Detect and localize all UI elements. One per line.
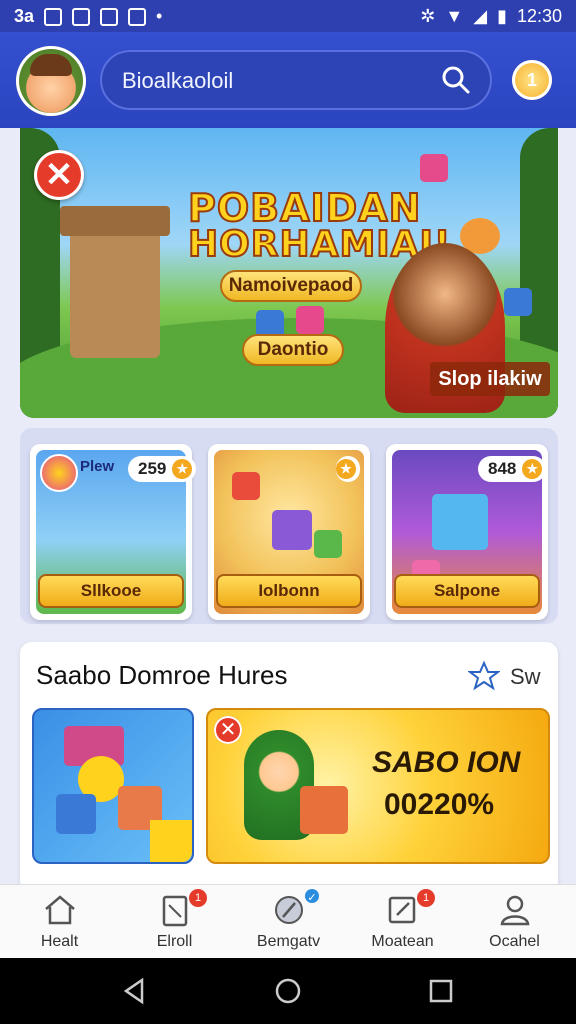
nav-label: Ocahel: [489, 933, 540, 950]
check-badge-icon: ✓: [305, 889, 319, 904]
message-icon: [100, 7, 119, 26]
banner-pill-2[interactable]: Daontio: [242, 334, 344, 366]
price-badge: 259 ★: [128, 456, 197, 482]
nav-item-tablet[interactable]: 1 Elroll: [117, 885, 232, 959]
status-carrier-text: 3a: [14, 6, 35, 26]
star-icon: ★: [522, 459, 543, 479]
close-icon[interactable]: ✕: [214, 716, 242, 744]
nav-label: Bemgatv: [256, 933, 321, 950]
cube-icon: [300, 786, 348, 834]
featured-section: Saabo Domroe Hures Sw ✕ SABO ION 00220%: [20, 642, 558, 892]
nav-item-compass[interactable]: ✓ Bemgatv: [231, 885, 346, 959]
cube-icon: [272, 510, 312, 550]
status-time: 12:30: [516, 6, 562, 26]
game-card-label[interactable]: Iolbonn: [216, 574, 362, 608]
price-badge-value: 259: [138, 459, 167, 478]
promo-title: SABO ION: [372, 746, 521, 779]
avatar[interactable]: [16, 46, 86, 116]
star-outline-icon: [468, 660, 500, 691]
balloon-icon: [40, 454, 78, 492]
nav-label: Elroll: [156, 933, 193, 950]
cube-icon: [432, 494, 488, 550]
signal-icon: ◢: [473, 6, 488, 26]
game-card-1[interactable]: Plew 259 ★ Sllkooe: [30, 444, 197, 620]
price-badge: 848 ★: [478, 456, 547, 482]
cube-icon: [56, 794, 96, 834]
coin-badge: ★: [336, 456, 360, 482]
app-header: Bioalkaoloil 1: [0, 32, 576, 128]
nav-item-edit[interactable]: 1 Moatean: [345, 885, 460, 959]
see-all-label: Sw: [510, 664, 541, 689]
recents-icon[interactable]: [426, 976, 456, 1006]
nav-item-profile[interactable]: Ocahel: [457, 885, 572, 959]
game-card-label[interactable]: Salpone: [394, 574, 540, 608]
wifi-icon: ▼: [445, 6, 464, 26]
tablet-icon: [162, 895, 188, 927]
home-circle-icon[interactable]: [273, 976, 303, 1006]
search-input[interactable]: Bioalkaoloil: [122, 68, 233, 94]
game-card-label-text: Iolbonn: [258, 581, 320, 600]
promo-value: 00220%: [384, 788, 495, 821]
cube-icon: [504, 288, 532, 316]
game-card-tag: Plew: [80, 458, 115, 475]
see-all-button[interactable]: Sw: [464, 656, 544, 696]
nav-item-home[interactable]: Healt: [2, 885, 117, 959]
game-card-label-text: Sllkooe: [80, 581, 142, 600]
notification-badge: 1: [417, 889, 435, 907]
cube-icon: [296, 306, 324, 334]
search-bar[interactable]: Bioalkaoloil: [100, 50, 492, 110]
notification-icon: [44, 7, 63, 26]
cube-icon: [314, 530, 342, 558]
dot-icon: •: [156, 6, 163, 26]
search-icon[interactable]: [440, 64, 472, 96]
compass-icon: [275, 896, 303, 924]
game-card-2[interactable]: ★ Iolbonn: [208, 444, 370, 620]
star-icon: ★: [172, 459, 193, 479]
banner-pill-1[interactable]: Namoivepaod: [220, 270, 362, 302]
promo-tile[interactable]: ✕ SABO ION 00220%: [206, 708, 550, 864]
game-card-label-text: Salpone: [433, 581, 501, 600]
game-cards-row: Plew 259 ★ Sllkooe ★ Iolbonn 848 ★ Salpo…: [20, 428, 558, 624]
chat-icon: [128, 7, 147, 26]
nav-label: Moatean: [371, 933, 434, 950]
cube-icon: [232, 472, 260, 500]
game-card-label[interactable]: Sllkooe: [38, 574, 184, 608]
image-icon: [72, 7, 91, 26]
vibrate-icon: ✲: [420, 6, 436, 26]
tower-illustration: [60, 206, 170, 358]
edit-box-icon: [388, 896, 416, 924]
notification-badge: 1: [189, 889, 207, 907]
bottom-navigation: Healt 1 Elroll ✓ Bemgatv 1 Moatean Ocahe…: [0, 884, 576, 959]
price-badge-value: 848: [488, 459, 517, 478]
corner-ribbon-icon: [150, 820, 192, 862]
battery-icon: ▮: [497, 6, 507, 26]
user-icon: [500, 895, 530, 926]
home-icon: [45, 895, 75, 925]
section-title: Saabo Domroe Hures: [36, 660, 288, 690]
featured-game-tile[interactable]: [32, 708, 194, 864]
coin-icon: ★: [336, 459, 356, 479]
cube-icon: [420, 154, 448, 182]
status-bar: 3a • ✲ ▼ ◢ ▮ 12:30: [0, 0, 576, 32]
back-icon[interactable]: [120, 976, 150, 1006]
hero-banner[interactable]: POBAIDAN HORHAMIAI! Namoivepaod Daontio …: [20, 128, 558, 418]
nav-label: Healt: [40, 933, 79, 950]
coin-button[interactable]: 1: [512, 60, 552, 100]
system-navigation-bar: [0, 958, 576, 1024]
game-card-3[interactable]: 848 ★ Salpone: [386, 444, 548, 620]
banner-play-button[interactable]: Slop ilakiw: [430, 362, 550, 396]
close-button[interactable]: ✕: [34, 150, 84, 200]
